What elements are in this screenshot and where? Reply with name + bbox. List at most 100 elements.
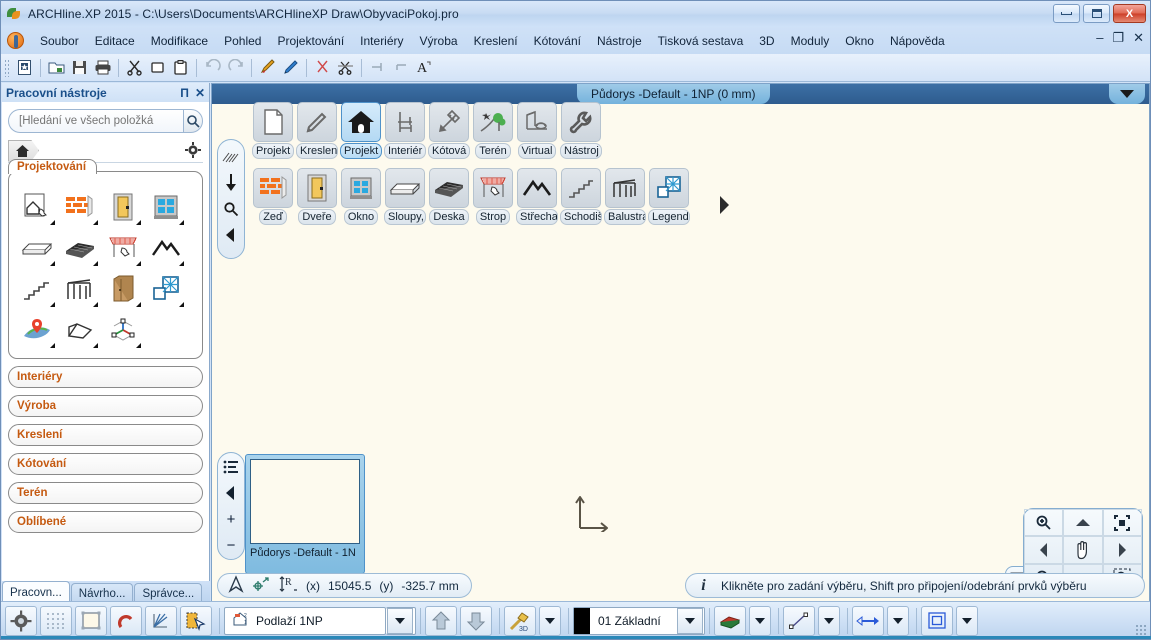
group-kresleni[interactable]: Kreslení	[8, 424, 203, 446]
prev-icon[interactable]	[220, 483, 242, 503]
minus-icon[interactable]: −	[220, 535, 242, 555]
close-button[interactable]: X	[1113, 4, 1146, 23]
dimension-style-button[interactable]	[852, 605, 884, 636]
layer-color-swatch[interactable]	[574, 607, 590, 634]
paste-button[interactable]	[169, 57, 192, 79]
tab-pracovni-nastroje[interactable]: Pracovn...	[2, 581, 70, 603]
panel-settings-gear-icon[interactable]	[185, 142, 201, 161]
window-resize-grip[interactable]	[1135, 624, 1147, 636]
paint-brush-button[interactable]	[256, 57, 279, 79]
menu-item-moduly[interactable]: Moduly	[783, 31, 838, 51]
railing-icon[interactable]	[58, 268, 101, 309]
print-button[interactable]	[91, 57, 114, 79]
menu-item-tiskova-sestava[interactable]: Tisková sestava	[650, 31, 752, 51]
tab-navrhove-nastroje[interactable]: Návrho...	[70, 583, 134, 603]
building-plan-icon[interactable]	[15, 186, 58, 227]
line-type-dropdown[interactable]	[818, 605, 840, 636]
ribbon-tool-legenda[interactable]: Legend	[648, 168, 690, 225]
snap-point-icon[interactable]	[252, 576, 270, 595]
menu-item-3d[interactable]: 3D	[751, 31, 782, 51]
ribbon-kresleni[interactable]: Kreslen	[296, 102, 338, 159]
doc-close-button[interactable]: ✕	[1133, 31, 1144, 45]
tool-3d-button[interactable]: 3D	[504, 605, 536, 636]
pen-library-dropdown[interactable]	[749, 605, 771, 636]
minimize-button[interactable]	[1053, 4, 1080, 23]
chevron-down-icon[interactable]	[1109, 84, 1145, 104]
group-interiery[interactable]: Interiéry	[8, 366, 203, 388]
layer-combo[interactable]: 01 Základní	[573, 606, 705, 635]
ribbon-projektovani[interactable]: Projekt	[340, 102, 382, 159]
menu-item-napoveda[interactable]: Nápověda	[882, 31, 953, 51]
chevron-down-icon[interactable]	[387, 607, 413, 634]
ribbon-tool-schodiste[interactable]: Schodiš	[560, 168, 602, 225]
chevron-down-icon[interactable]	[677, 607, 703, 634]
text-tool-button[interactable]: A	[412, 57, 435, 79]
undo-button[interactable]	[201, 57, 224, 79]
line-type-button[interactable]	[783, 605, 815, 636]
wall-icon[interactable]	[58, 186, 101, 227]
ribbon-tool-deska[interactable]: Deska	[428, 168, 470, 225]
roof-icon[interactable]	[144, 227, 187, 268]
relative-coord-icon[interactable]: R	[278, 575, 298, 596]
fit-window-icon[interactable]	[1102, 509, 1142, 537]
redo-button[interactable]	[224, 57, 247, 79]
drawing-canvas[interactable]: Půdorys -Default - 1NP (0 mm) Projekt Kr…	[211, 83, 1150, 603]
group-vyroba[interactable]: Výroba	[8, 395, 203, 417]
right-arrow-icon[interactable]	[717, 194, 731, 219]
group-kotovani[interactable]: Kótování	[8, 453, 203, 475]
group-teren[interactable]: Terén	[8, 482, 203, 504]
trim-scissors-button[interactable]	[334, 57, 357, 79]
terrain-plane-icon[interactable]	[58, 309, 101, 350]
menu-item-modifikace[interactable]: Modifikace	[143, 31, 216, 51]
pan-right-icon[interactable]	[1102, 536, 1142, 564]
trim-left-button[interactable]	[366, 57, 389, 79]
left-arrow-icon[interactable]	[220, 224, 242, 246]
pan-up-icon[interactable]	[1063, 509, 1103, 537]
angle-snap-button[interactable]	[145, 605, 177, 636]
delete-cut-button[interactable]	[311, 57, 334, 79]
ceiling-icon[interactable]	[101, 227, 144, 268]
ribbon-tool-okno[interactable]: Okno	[340, 168, 382, 225]
menu-item-vyroba[interactable]: Výroba	[412, 31, 466, 51]
menu-item-kresleni[interactable]: Kreslení	[466, 31, 526, 51]
cabinet-icon[interactable]	[101, 268, 144, 309]
zoom-icon[interactable]	[220, 198, 242, 220]
list-icon[interactable]	[220, 457, 242, 477]
copy-button[interactable]	[146, 57, 169, 79]
pan-hand-icon[interactable]	[1063, 536, 1103, 564]
hatch-icon[interactable]	[220, 146, 242, 168]
search-button[interactable]	[183, 109, 203, 133]
menu-item-pohled[interactable]: Pohled	[216, 31, 269, 51]
site-location-icon[interactable]	[15, 309, 58, 350]
tab-spravce[interactable]: Správce...	[134, 583, 203, 603]
doc-minimize-button[interactable]: –	[1096, 31, 1103, 45]
axis-3d-icon[interactable]	[101, 309, 144, 350]
cut-button[interactable]	[123, 57, 146, 79]
zoom-in-icon[interactable]	[1024, 509, 1064, 537]
save-button[interactable]	[68, 57, 91, 79]
pin-icon[interactable]: Π	[180, 86, 189, 100]
hatch-style-dropdown[interactable]	[956, 605, 978, 636]
dimension-style-dropdown[interactable]	[887, 605, 909, 636]
down-arrow-icon[interactable]	[220, 172, 242, 194]
maximize-button[interactable]	[1083, 4, 1110, 23]
pencil-button[interactable]	[279, 57, 302, 79]
window-icon[interactable]	[144, 186, 187, 227]
ribbon-tool-balustrada[interactable]: Balustra	[604, 168, 646, 225]
select-mode-button[interactable]	[180, 605, 212, 636]
pan-left-icon[interactable]	[1024, 536, 1064, 564]
ribbon-teren[interactable]: Terén	[472, 102, 514, 159]
document-tab[interactable]: Půdorys -Default - 1NP (0 mm)	[577, 84, 770, 104]
beam-icon[interactable]	[15, 227, 58, 268]
ribbon-tool-zed[interactable]: Zeď	[252, 168, 294, 225]
menu-item-nastroje[interactable]: Nástroje	[589, 31, 650, 51]
frame-button[interactable]	[75, 605, 107, 636]
ribbon-interiery[interactable]: Interiér	[384, 102, 426, 159]
menu-item-soubor[interactable]: Soubor	[32, 31, 87, 51]
new-document-button[interactable]	[13, 57, 36, 79]
floor-down-button[interactable]	[460, 605, 492, 636]
group-projektovani-label[interactable]: Projektování	[8, 159, 98, 174]
door-icon[interactable]	[101, 186, 144, 227]
floor-combo-dropdown[interactable]	[386, 606, 416, 635]
hatch-style-button[interactable]	[921, 605, 953, 636]
